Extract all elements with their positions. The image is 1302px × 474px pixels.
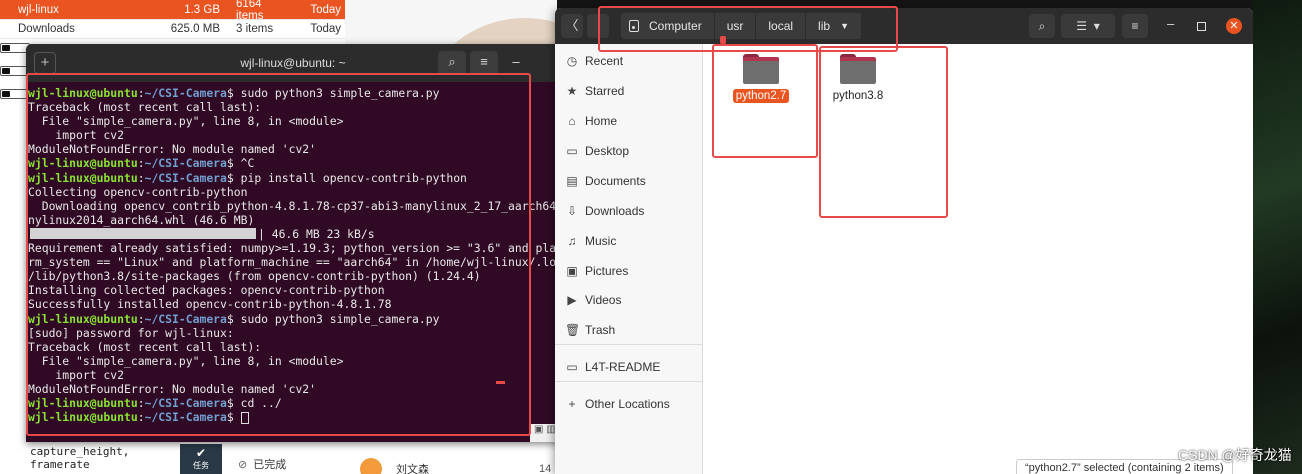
trash-icon: 🗑: [565, 323, 581, 337]
view-toggle-button[interactable]: ☰ ▾: [1061, 14, 1115, 38]
done-label: 已完成: [253, 459, 287, 471]
download-icon: ⇩: [566, 204, 578, 218]
desktop-icon: ▭: [566, 144, 578, 158]
hamburger-icon: ≡: [1131, 19, 1139, 33]
person-number: 14: [539, 463, 552, 474]
sidebar-item-label: Starred: [585, 84, 625, 98]
sidebar-item-music[interactable]: ♫ Music: [555, 228, 703, 254]
star-icon: ★: [566, 84, 578, 98]
file-row-wjl-linux[interactable]: wjl-linux 1.3 GB 6164 items Today: [0, 0, 345, 22]
code-line: framerate: [30, 458, 90, 471]
pictures-icon: ▣: [566, 264, 578, 278]
plus-icon: +: [568, 397, 576, 411]
sidebar-item-trash[interactable]: 🗑 Trash: [555, 317, 703, 343]
close-button[interactable]: ✕: [1226, 18, 1242, 34]
person-row[interactable]: 刘文森 14: [360, 458, 551, 474]
sidebar-item-label: Other Locations: [585, 397, 670, 411]
annotation-box-python38: [819, 46, 948, 218]
sidebar-item-label: Desktop: [585, 144, 630, 158]
code-fragment: capture_height, framerate: [30, 445, 129, 471]
file-size: 1.3 GB: [184, 3, 220, 16]
close-icon: ✕: [1229, 20, 1239, 32]
sidebar-item-pictures[interactable]: ▣ Pictures: [555, 258, 703, 284]
file-name: Downloads: [18, 22, 75, 35]
sidebar-item-label: L4T-README: [585, 360, 661, 374]
sidebar-item-label: Pictures: [585, 264, 629, 278]
sidebar-item-label: Music: [585, 234, 617, 248]
chevron-down-icon: ▾: [1093, 19, 1100, 33]
minimize-icon[interactable]: –: [1167, 16, 1174, 31]
minimize-icon: –: [512, 54, 520, 69]
file-size: 625.0 MB: [170, 22, 220, 35]
sidebar-item-label: Videos: [585, 293, 622, 307]
file-date: Today: [310, 22, 341, 35]
sidebar-item-label: Documents: [585, 174, 646, 188]
sidebar-item-videos[interactable]: ▶ Videos: [555, 287, 703, 313]
sidebar-item-desktop[interactable]: ▭ Desktop: [555, 138, 703, 164]
task-label: 任务: [193, 461, 209, 470]
sidebar-item-documents[interactable]: ▤ Documents: [555, 168, 703, 194]
list-view-icon: ☰: [1076, 19, 1088, 33]
code-line: capture_height,: [30, 445, 130, 458]
back-button[interactable]: 〈: [561, 14, 583, 38]
desktop-background: [1253, 0, 1302, 474]
annotation-box-terminal: [26, 73, 531, 436]
file-row-downloads[interactable]: Downloads 625.0 MB 3 items Today: [0, 19, 345, 39]
search-icon: ⌕: [448, 54, 456, 69]
annotation-mark: [496, 381, 505, 384]
done-item[interactable]: ⊘ 已完成: [238, 456, 286, 472]
task-tab[interactable]: ✔ 任务: [180, 444, 222, 474]
person-name: 刘文森: [396, 464, 429, 474]
search-icon: ⌕: [1038, 19, 1046, 33]
annotation-mark: [720, 36, 726, 44]
task-icon: ✔: [195, 446, 207, 460]
menu-button[interactable]: ≡: [1122, 14, 1148, 38]
search-button[interactable]: ⌕: [1029, 14, 1055, 38]
watermark: CSDN @好奇龙猫: [1178, 447, 1292, 463]
sidebar-item-label: Home: [585, 114, 618, 128]
videos-icon: ▶: [567, 293, 577, 307]
file-name: wjl-linux: [18, 3, 59, 16]
terminal-menu-button[interactable]: ≡: [470, 51, 498, 75]
file-count: 3 items: [236, 22, 274, 35]
avatar: [360, 458, 382, 474]
sidebar-separator: [555, 381, 703, 382]
file-date: Today: [310, 3, 341, 16]
sidebar-item-label: Trash: [585, 323, 616, 337]
chevron-left-icon: 〈: [565, 18, 579, 33]
music-icon: ♫: [567, 234, 577, 248]
sidebar-item-l4t-readme[interactable]: ▭ L4T-README: [555, 354, 703, 380]
annotation-box-python27: [712, 44, 818, 158]
check-circle-icon: ⊘: [238, 459, 248, 471]
documents-icon: ▤: [566, 174, 578, 188]
home-icon: ⌂: [568, 114, 576, 128]
hamburger-icon: ≡: [480, 54, 488, 69]
terminal-minimize-button[interactable]: –: [502, 51, 530, 75]
drive-icon: ▭: [566, 360, 578, 374]
sidebar-item-starred[interactable]: ★ Starred: [555, 78, 703, 104]
places-sidebar: ◷ Recent ★ Starred ⌂ Home ▭ Desktop ▤ Documents ⇩ D…: [555, 44, 703, 474]
terminal-search-button[interactable]: ⌕: [438, 51, 466, 75]
sidebar-item-home[interactable]: ⌂ Home: [555, 108, 703, 134]
sidebar-item-label: Downloads: [585, 204, 645, 218]
sidebar-item-other-locations[interactable]: + Other Locations: [555, 391, 703, 417]
maximize-icon[interactable]: [1197, 22, 1206, 31]
sidebar-separator: [555, 344, 703, 345]
sidebar-item-label: Recent: [585, 54, 624, 68]
clock-icon: ◷: [566, 54, 578, 68]
sidebar-item-downloads[interactable]: ⇩ Downloads: [555, 198, 703, 224]
